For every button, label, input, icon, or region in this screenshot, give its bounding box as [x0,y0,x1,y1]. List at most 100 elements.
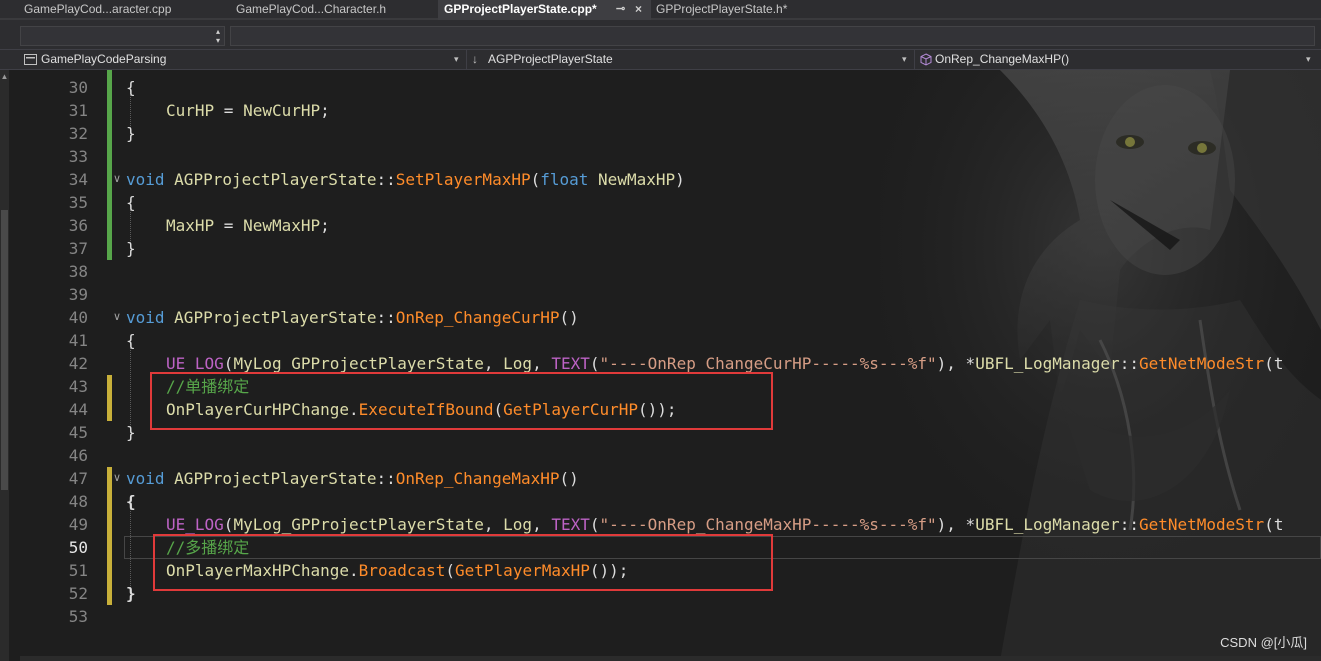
line-number: 38 [68,262,88,281]
code-line-49[interactable]: UE_LOG(MyLog_GPProjectPlayerState, Log, … [166,513,1283,536]
brace: { [126,331,136,350]
function-name: OnRep_ChangeMaxHP [395,469,560,488]
scrollbar-thumb[interactable] [1,210,8,490]
change-indicator-unsaved [107,467,112,605]
class-name: AGPProjectPlayerState [174,170,377,189]
class-arrow-icon: ↓ [472,52,478,66]
punctuation: ( [589,354,600,373]
string-literal: "----OnRep_ChangeCurHP-----%s---%f" [599,354,937,373]
brace: } [126,584,136,603]
fold-chevron-icon[interactable]: ∨ [113,306,121,329]
project-dropdown-label[interactable]: GamePlayCodeParsing [41,50,166,69]
code-line-40[interactable]: void AGPProjectPlayerState::OnRep_Change… [126,306,579,329]
tab-gpprojectplayerstate-h[interactable]: GPProjectPlayerState.h* [651,0,837,20]
scope-operator: :: [376,469,396,488]
scope-operator: :: [1119,515,1139,534]
code-line-48[interactable]: { [126,490,136,513]
punctuation: ( [223,354,234,373]
code-editor[interactable]: ▲ 30 31 32 33 34 35 36 37 38 39 40 41 42… [0,70,1321,661]
member-dropdown-label[interactable]: OnRep_ChangeMaxHP() [935,50,1069,69]
horizontal-scrollbar[interactable] [20,656,1321,661]
class-dropdown-label[interactable]: AGPProjectPlayerState [488,50,613,69]
brace: } [126,239,136,258]
macro: TEXT [551,354,590,373]
class-name: UBFL_LogManager [975,515,1120,534]
operator: = [214,101,244,120]
line-number: 53 [68,607,88,626]
tab-gpprojectplayerstate-cpp[interactable]: GPProjectPlayerState.cpp* ⊸ × [438,0,651,20]
punctuation: , [483,515,504,534]
brace: { [126,78,136,97]
class-name: AGPProjectPlayerState [174,469,377,488]
chevron-down-icon[interactable]: ▾ [902,50,907,69]
spin-arrows-icon[interactable]: ▴ ▾ [216,27,220,45]
brace: { [126,492,136,511]
function-name: GetNetModeStr [1138,515,1265,534]
line-number: 48 [68,492,88,511]
chevron-down-icon[interactable]: ▾ [454,50,459,69]
toolbar-input[interactable] [230,26,1315,46]
line-number: 52 [68,584,88,603]
line-number: 30 [68,78,88,97]
line-number: 36 [68,216,88,235]
code-line-45[interactable]: } [126,421,136,444]
function-name: SetPlayerMaxHP [395,170,531,189]
code-line-35[interactable]: { [126,191,136,214]
project-icon [24,54,37,65]
code-line-32[interactable]: } [126,122,136,145]
line-number: 41 [68,331,88,350]
operator: = [214,216,244,235]
code-line-52[interactable]: } [126,582,136,605]
code-line-31[interactable]: CurHP = NewCurHP; [166,99,330,122]
tab-gameplaycode-character-h[interactable]: GamePlayCod...Character.h [230,0,438,20]
scroll-up-icon[interactable]: ▲ [0,72,9,81]
highlight-box-multicast [153,534,773,591]
code-line-41[interactable]: { [126,329,136,352]
close-icon[interactable]: × [635,0,642,19]
tab-label: GamePlayCod...Character.h [236,2,387,16]
brace: { [126,193,136,212]
identifier: NewCurHP [243,101,321,120]
function-name: GetNetModeStr [1138,354,1265,373]
identifier: CurHP [166,101,215,120]
code-line-30[interactable]: { [126,76,136,99]
line-number: 33 [68,147,88,166]
identifier: MyLog_GPProjectPlayerState [233,515,484,534]
identifier: Log [503,354,533,373]
scope-operator: :: [1119,354,1139,373]
chevron-down-icon[interactable]: ▾ [1306,50,1311,69]
left-scrollbar[interactable]: ▲ [0,70,9,661]
code-line-36[interactable]: MaxHP = NewMaxHP; [166,214,330,237]
fold-chevron-icon[interactable]: ∨ [113,168,121,191]
line-number: 35 [68,193,88,212]
tab-gameplaycode-character-cpp[interactable]: GamePlayCod...aracter.cpp [0,0,230,20]
keyword: void [126,308,165,327]
editor-toolbar: ▴ ▾ [0,20,1321,50]
change-indicator-unsaved [107,375,112,421]
line-number: 47 [68,469,88,488]
punctuation: , [483,354,504,373]
line-number: 50 [68,538,88,557]
scope-operator: :: [376,308,396,327]
divider [466,50,467,69]
scope-combobox[interactable]: ▴ ▾ [20,26,225,46]
line-number: 40 [68,308,88,327]
function-name: OnRep_ChangeCurHP [395,308,560,327]
punctuation: ; [320,216,330,235]
line-number: 43 [68,377,88,396]
tab-label: GPProjectPlayerState.cpp* [444,2,597,16]
punctuation: ( [530,170,541,189]
change-indicator-saved [107,70,112,260]
macro: UE_LOG [166,515,224,534]
punctuation: ( [223,515,234,534]
code-line-34[interactable]: void AGPProjectPlayerState::SetPlayerMax… [126,168,685,191]
line-number: 51 [68,561,88,580]
line-number: 45 [68,423,88,442]
line-number: 42 [68,354,88,373]
fold-chevron-icon[interactable]: ∨ [113,467,121,490]
keyword: void [126,469,165,488]
code-line-37[interactable]: } [126,237,136,260]
document-tab-strip: GamePlayCod...aracter.cpp GamePlayCod...… [0,0,1321,20]
code-line-47[interactable]: void AGPProjectPlayerState::OnRep_Change… [126,467,579,490]
pin-icon[interactable]: ⊸ [616,0,625,19]
